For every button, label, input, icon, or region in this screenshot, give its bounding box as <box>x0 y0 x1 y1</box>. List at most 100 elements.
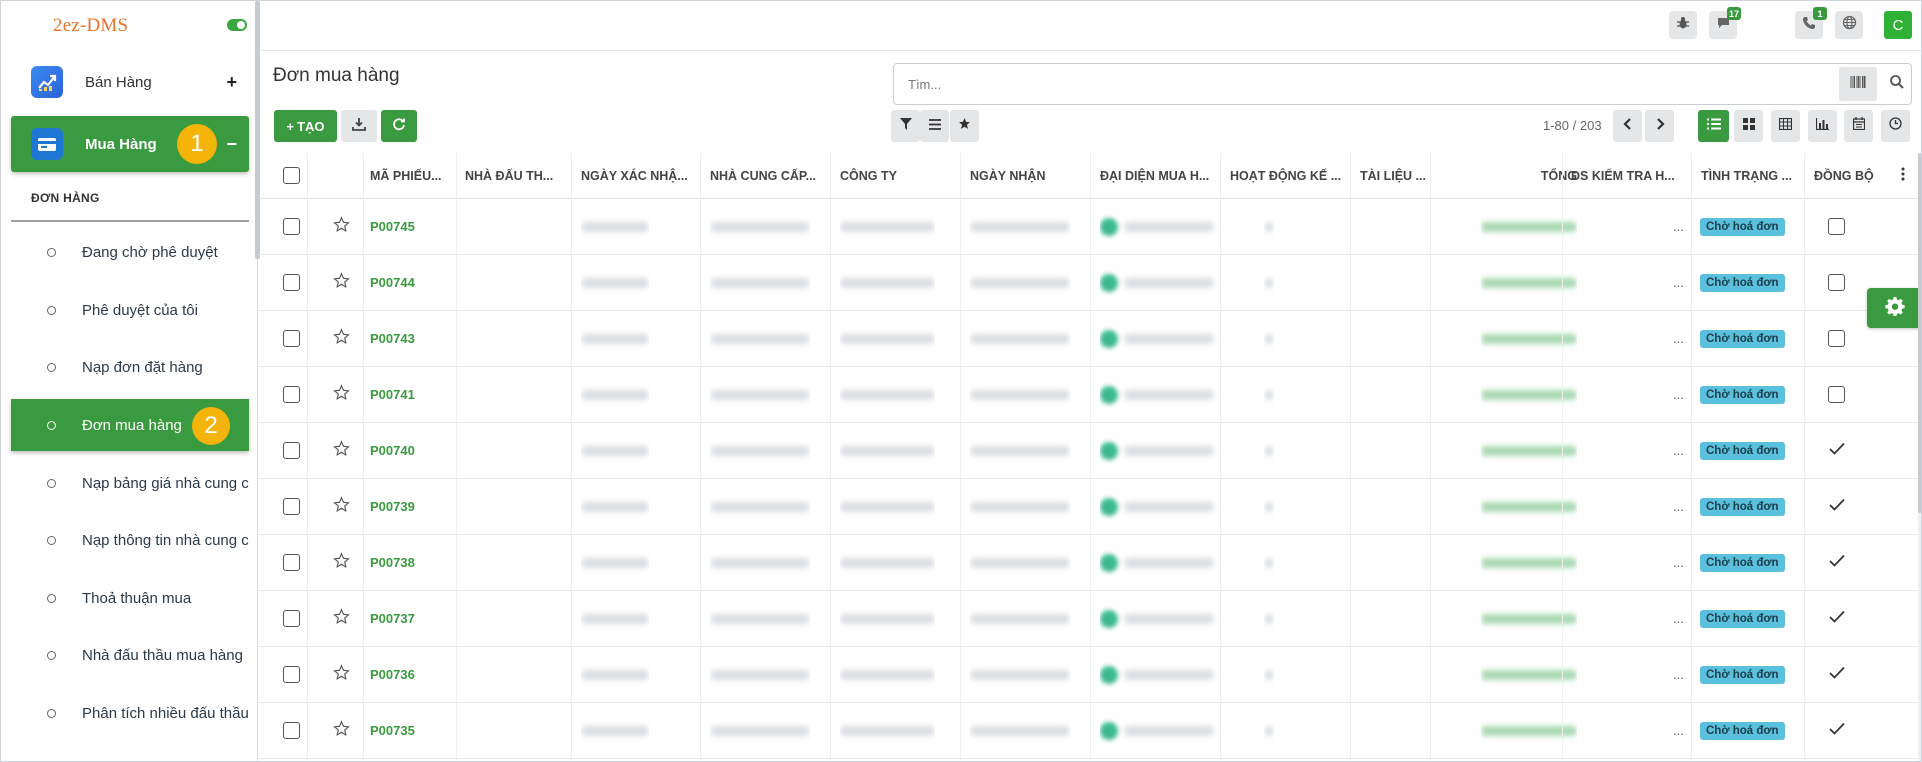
settings-tab[interactable] <box>1867 288 1921 328</box>
column-header[interactable]: MÃ PHIẾU... <box>370 153 445 198</box>
search-input[interactable] <box>908 74 1728 94</box>
menu-item-import-orders[interactable]: Nạp đơn đặt hàng <box>11 341 249 393</box>
user-avatar[interactable]: C <box>1884 11 1912 39</box>
view-activity-button[interactable] <box>1881 110 1910 142</box>
column-header[interactable]: NGÀY XÁC NHẬ... <box>581 153 697 198</box>
redacted-value <box>970 445 1070 456</box>
module-mua-hang[interactable]: Mua Hàng 1 − <box>11 116 249 172</box>
sync-cell <box>1828 199 1848 254</box>
language-button[interactable] <box>1835 11 1863 39</box>
pager-next-button[interactable] <box>1645 110 1674 142</box>
status-cell: Chờ hoá đơn <box>1700 647 1810 702</box>
menu-item-import-price-list[interactable]: Nạp bảng giá nhà cung cấp <box>11 457 249 509</box>
row-checkbox[interactable] <box>283 274 300 291</box>
sync-checkbox[interactable] <box>1828 218 1845 235</box>
app-logo[interactable]: 2ez-DMS <box>53 15 128 37</box>
view-list-button[interactable] <box>1698 110 1729 142</box>
collapse-icon[interactable]: − <box>226 134 237 155</box>
favorite-toggle[interactable] <box>333 591 353 646</box>
expand-icon[interactable]: + <box>226 72 237 93</box>
messages-button[interactable]: 17 <box>1709 7 1741 39</box>
sidebar-toggle[interactable] <box>227 19 247 31</box>
favorite-toggle[interactable] <box>333 423 353 478</box>
filter-button[interactable] <box>891 110 920 142</box>
redacted-cell <box>581 199 649 254</box>
row-checkbox[interactable] <box>283 722 300 739</box>
row-checkbox[interactable] <box>283 554 300 571</box>
favorite-toggle[interactable] <box>333 535 353 590</box>
column-header[interactable]: ĐỒNG BỘ <box>1814 153 1894 198</box>
refresh-button[interactable] <box>381 110 417 142</box>
order-code-cell: P00737 <box>370 591 450 646</box>
redacted-value <box>1124 501 1214 512</box>
column-header[interactable]: HOẠT ĐỘNG KẾ ... <box>1230 153 1348 198</box>
column-header[interactable]: TỔNG <box>1500 153 1577 198</box>
column-header[interactable]: ĐẠI DIỆN MUA H... <box>1100 153 1218 198</box>
optional-columns-toggle[interactable] <box>1901 153 1915 198</box>
row-checkbox-cell <box>283 703 303 758</box>
order-code-cell: P00743 <box>370 311 450 366</box>
barcode-button[interactable] <box>1839 67 1877 101</box>
column-header[interactable]: CÔNG TY <box>840 153 940 198</box>
row-checkbox[interactable] <box>283 498 300 515</box>
view-calendar-button[interactable] <box>1844 110 1873 142</box>
favorite-toggle[interactable] <box>333 647 353 702</box>
column-header[interactable]: TÌNH TRẠNG ... <box>1701 153 1799 198</box>
menu-item-purchase-orders[interactable]: Đơn mua hàng 2 <box>11 399 249 451</box>
column-header[interactable]: NHÀ ĐẤU TH... <box>465 153 555 198</box>
download-button[interactable] <box>341 110 377 142</box>
column-header[interactable]: NHÀ CUNG CẤP... <box>710 153 825 198</box>
column-header[interactable]: TÀI LIỆU ... <box>1360 153 1430 198</box>
favorite-toggle[interactable] <box>333 311 353 366</box>
row-checkbox[interactable] <box>283 442 300 459</box>
menu-item-bid-analysis[interactable]: Phân tích nhiều đấu thầu <box>11 687 249 739</box>
row-checkbox[interactable] <box>283 218 300 235</box>
menu-item-bidders[interactable]: Nhà đấu thầu mua hàng <box>11 629 249 681</box>
menu-item-label: Nhà đấu thầu mua hàng <box>82 646 243 664</box>
row-checkbox-cell <box>283 255 303 310</box>
bullet-icon <box>47 305 56 315</box>
pager-previous-button[interactable] <box>1613 110 1642 142</box>
favorite-toggle[interactable] <box>333 479 353 534</box>
redacted-cell <box>710 647 810 702</box>
column-header[interactable]: NGÀY NHẬN <box>970 153 1070 198</box>
group-by-button[interactable] <box>920 110 949 142</box>
order-code: P00738 <box>370 555 415 570</box>
favorite-toggle[interactable] <box>333 255 353 310</box>
search-button[interactable] <box>1889 74 1905 95</box>
favorite-toggle[interactable] <box>333 703 353 758</box>
row-checkbox[interactable] <box>283 610 300 627</box>
sync-checkbox[interactable] <box>1828 386 1845 403</box>
activities-button[interactable]: 1 <box>1795 7 1827 39</box>
view-pivot-button[interactable] <box>1771 110 1800 142</box>
sync-checkbox[interactable] <box>1828 274 1845 291</box>
row-checkbox[interactable] <box>283 666 300 683</box>
favorite-toggle[interactable] <box>333 367 353 422</box>
menu-item-my-approvals[interactable]: Phê duyệt của tôi <box>11 284 249 336</box>
representative-avatar <box>1100 329 1118 348</box>
menu-item-purchase-agreements[interactable]: Thoả thuận mua <box>11 572 249 624</box>
view-graph-button[interactable] <box>1808 110 1837 142</box>
status-cell: Chờ hoá đơn <box>1700 535 1810 590</box>
debug-button[interactable] <box>1669 11 1697 39</box>
menu-item-import-vendor-info[interactable]: Nạp thông tin nhà cung cấp <box>11 514 249 566</box>
module-ban-hang[interactable]: Bán Hàng + <box>11 54 249 110</box>
favorites-button[interactable] <box>950 110 979 142</box>
row-checkbox[interactable] <box>283 386 300 403</box>
create-button[interactable]: + TẠO <box>274 110 337 142</box>
view-kanban-button[interactable] <box>1734 110 1763 142</box>
representative-cell <box>1100 703 1222 758</box>
select-all-checkbox[interactable] <box>283 167 300 184</box>
favorite-toggle[interactable] <box>333 199 353 254</box>
sync-checkbox[interactable] <box>1828 330 1845 347</box>
status-badge: Chờ hoá đơn <box>1700 553 1785 572</box>
status-badge: Chờ hoá đơn <box>1700 441 1785 460</box>
table-scrollbar[interactable] <box>1918 153 1921 761</box>
menu-item-pending-approval[interactable]: Đang chờ phê duyệt <box>11 226 249 278</box>
redacted-cell <box>970 199 1070 254</box>
column-header[interactable]: DS KIỂM TRA H... <box>1571 153 1689 198</box>
row-checkbox[interactable] <box>283 330 300 347</box>
pager-value[interactable]: 1-80 / 203 <box>1543 118 1602 133</box>
redacted-cell <box>840 423 935 478</box>
redacted-cell <box>840 535 935 590</box>
